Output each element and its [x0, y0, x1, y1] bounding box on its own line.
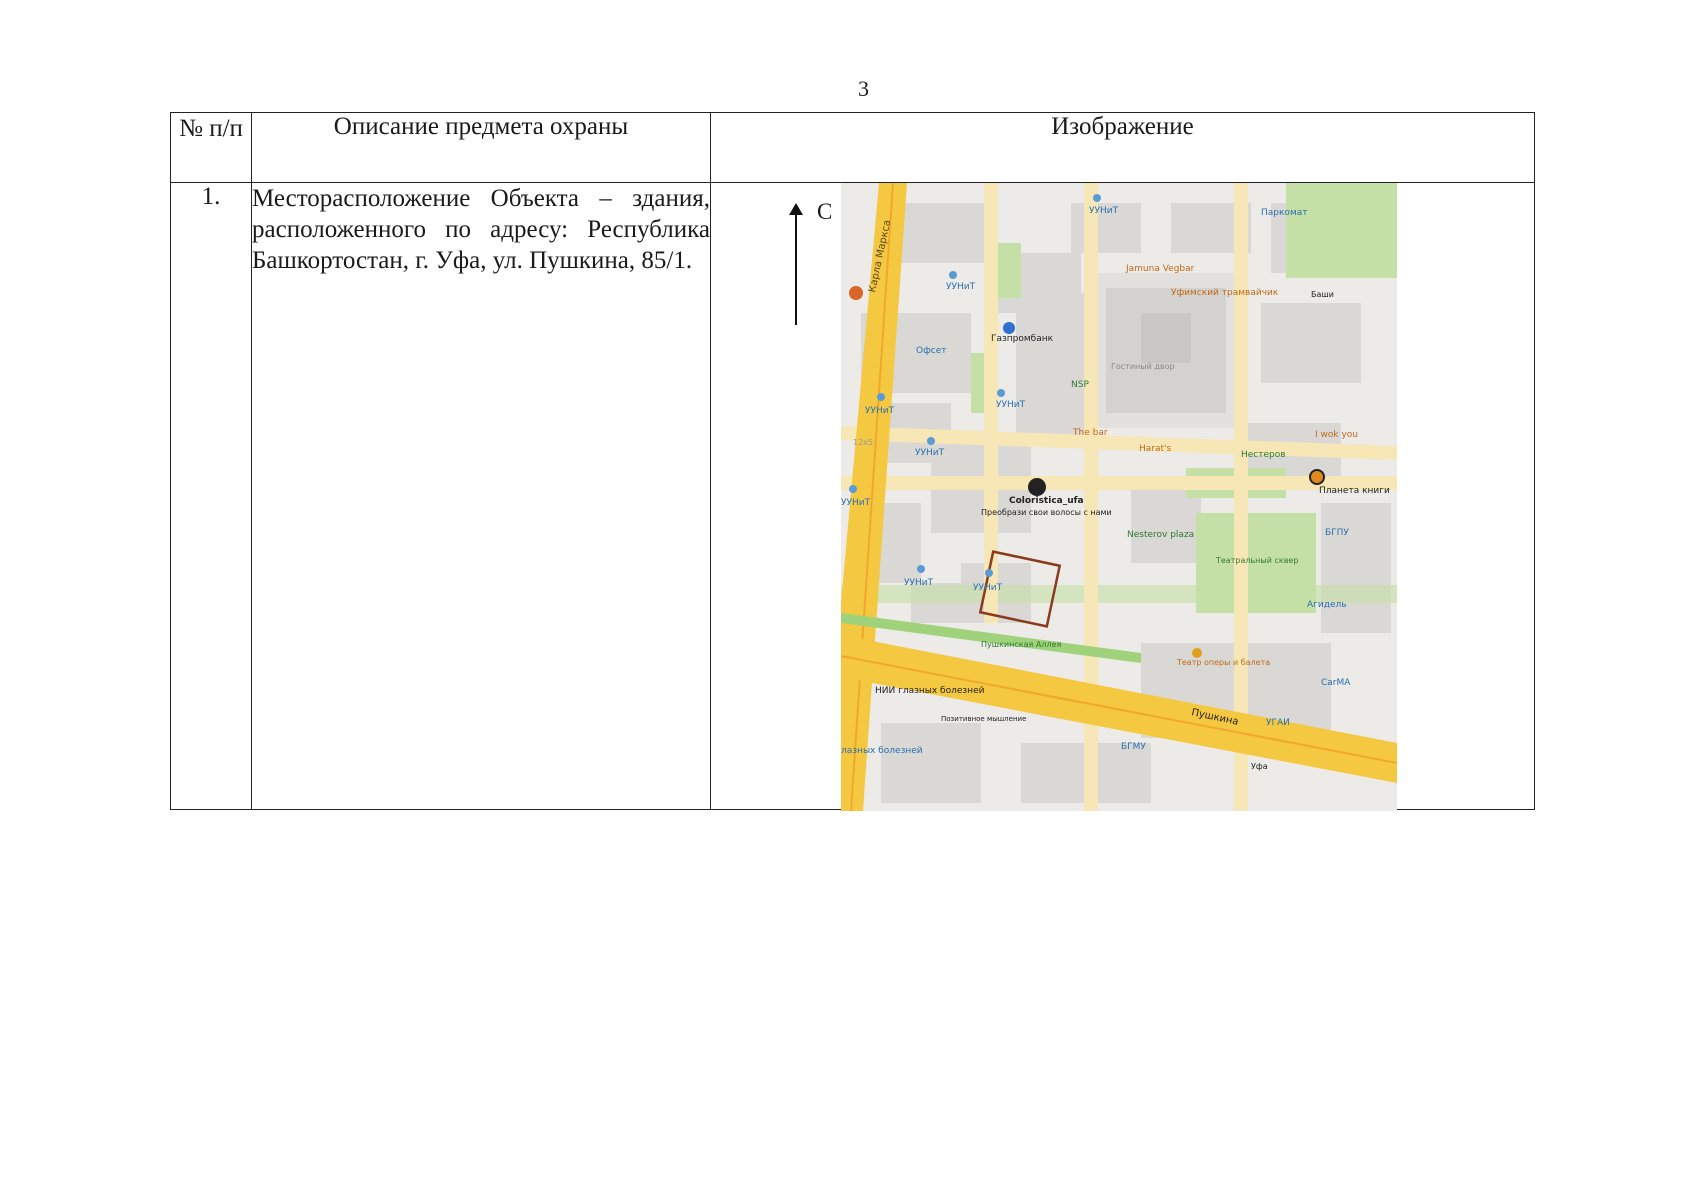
- location-map: Карла Маркса УУНиТ УУНиТ УУНиТ УУНиТ УУН…: [841, 183, 1397, 811]
- row-image-cell: С Карла Маркса УУНиТ УУНиТ УУНиТ УУНиТ У…: [710, 182, 1535, 811]
- table-header-row: № п/п Описание предмета охраны Изображен…: [170, 112, 1535, 183]
- map-label-coloristica: Coloristica_ufa: [1009, 496, 1084, 506]
- table-row: 1. Месторасположение Объекта – здания, р…: [170, 182, 1535, 811]
- uunit-pin-icon: [1093, 194, 1101, 202]
- map-label-teatr-skver: Театральный сквер: [1215, 556, 1298, 565]
- protection-subject-table: № п/п Описание предмета охраны Изображен…: [170, 112, 1535, 811]
- header-description: Описание предмета охраны: [251, 112, 711, 183]
- map-label-uunit-7: УУНиТ: [904, 578, 934, 588]
- map-label-gazprombank: Газпромбанк: [991, 334, 1054, 344]
- row-description: Месторасположение Объекта – здания, расп…: [251, 182, 711, 810]
- map-label-nsp: NSP: [1071, 380, 1089, 390]
- map-label-nesterov-plaza: Nesterov plaza: [1127, 530, 1194, 540]
- uunit-pin-icon: [927, 437, 935, 445]
- map-label-the-bar: The bar: [1072, 428, 1108, 438]
- map-label-teatr-opera: Театр оперы и балета: [1176, 658, 1270, 667]
- map-label-uunit-8: УУНиТ: [973, 583, 1003, 593]
- map-label-ugai: УГАИ: [1266, 718, 1290, 728]
- food-icon: [849, 286, 863, 300]
- map-label-nesterov: Нестеров: [1241, 450, 1286, 460]
- header-image: Изображение: [710, 112, 1535, 183]
- map-label-jamuna: Jamuna Vegbar: [1125, 264, 1195, 274]
- uunit-pin-icon: [917, 565, 925, 573]
- map-image: Карла Маркса УУНиТ УУНиТ УУНиТ УУНиТ УУН…: [841, 183, 1397, 811]
- uunit-pin-icon: [985, 569, 993, 577]
- page-number: 3: [858, 76, 869, 101]
- gazprombank-icon: [1003, 322, 1015, 334]
- map-label-uunit-2: УУНиТ: [946, 282, 976, 292]
- row-number: 1.: [170, 182, 252, 810]
- planeta-knigi-icon: [1309, 469, 1325, 485]
- map-label-bashi: Баши: [1311, 290, 1334, 299]
- map-label-wok: I wok you: [1315, 430, 1358, 440]
- map-label-uunit-5: УУНиТ: [915, 448, 945, 458]
- map-label-ofset: Офсет: [916, 346, 947, 356]
- theatre-icon: [1192, 648, 1202, 658]
- map-label-pozitiv: Позитивное мышление: [941, 715, 1026, 723]
- map-label-parkomat: Паркомат: [1261, 208, 1308, 218]
- map-label-coloristica-sub: Преобрази свои волосы с нами: [981, 508, 1112, 517]
- map-label-uunit-6: УУНиТ: [841, 498, 871, 508]
- header-number: № п/п: [170, 112, 252, 183]
- north-arrow-line: [795, 213, 797, 325]
- uunit-pin-icon: [849, 485, 857, 493]
- uunit-pin-icon: [997, 389, 1005, 397]
- map-label-uunit-3: УУНиТ: [996, 400, 1026, 410]
- map-label-eye: лазных болезней: [841, 746, 923, 756]
- map-label-gostiny: Гостиный двор: [1111, 362, 1175, 371]
- uunit-pin-icon: [949, 271, 957, 279]
- map-label-harat: Harat's: [1139, 444, 1172, 454]
- map-label-tramvaynik: Уфимский трамвайчик: [1171, 288, 1279, 298]
- map-label-agidel: Агидель: [1307, 600, 1347, 610]
- map-label-bgpu: БГПУ: [1325, 528, 1349, 538]
- map-label-planeta: Планета книги: [1319, 486, 1390, 496]
- north-label: С: [817, 199, 833, 224]
- north-arrow: С: [787, 199, 832, 329]
- map-label-12x5: 12х5: [853, 438, 873, 447]
- map-label-carma: CarMA: [1321, 678, 1351, 688]
- map-label-nii: НИИ глазных болезней: [875, 686, 985, 696]
- map-label-bgmu: БГМУ: [1121, 742, 1146, 752]
- uunit-pin-icon: [877, 393, 885, 401]
- map-label-pushk-alley: Пушкинская Аллея: [981, 640, 1061, 649]
- map-label-ufa: Уфа: [1251, 762, 1268, 771]
- map-label-uunit-1: УУНиТ: [1089, 206, 1119, 216]
- map-label-uunit-4: УУНиТ: [865, 406, 895, 416]
- coloristica-icon: [1028, 478, 1046, 496]
